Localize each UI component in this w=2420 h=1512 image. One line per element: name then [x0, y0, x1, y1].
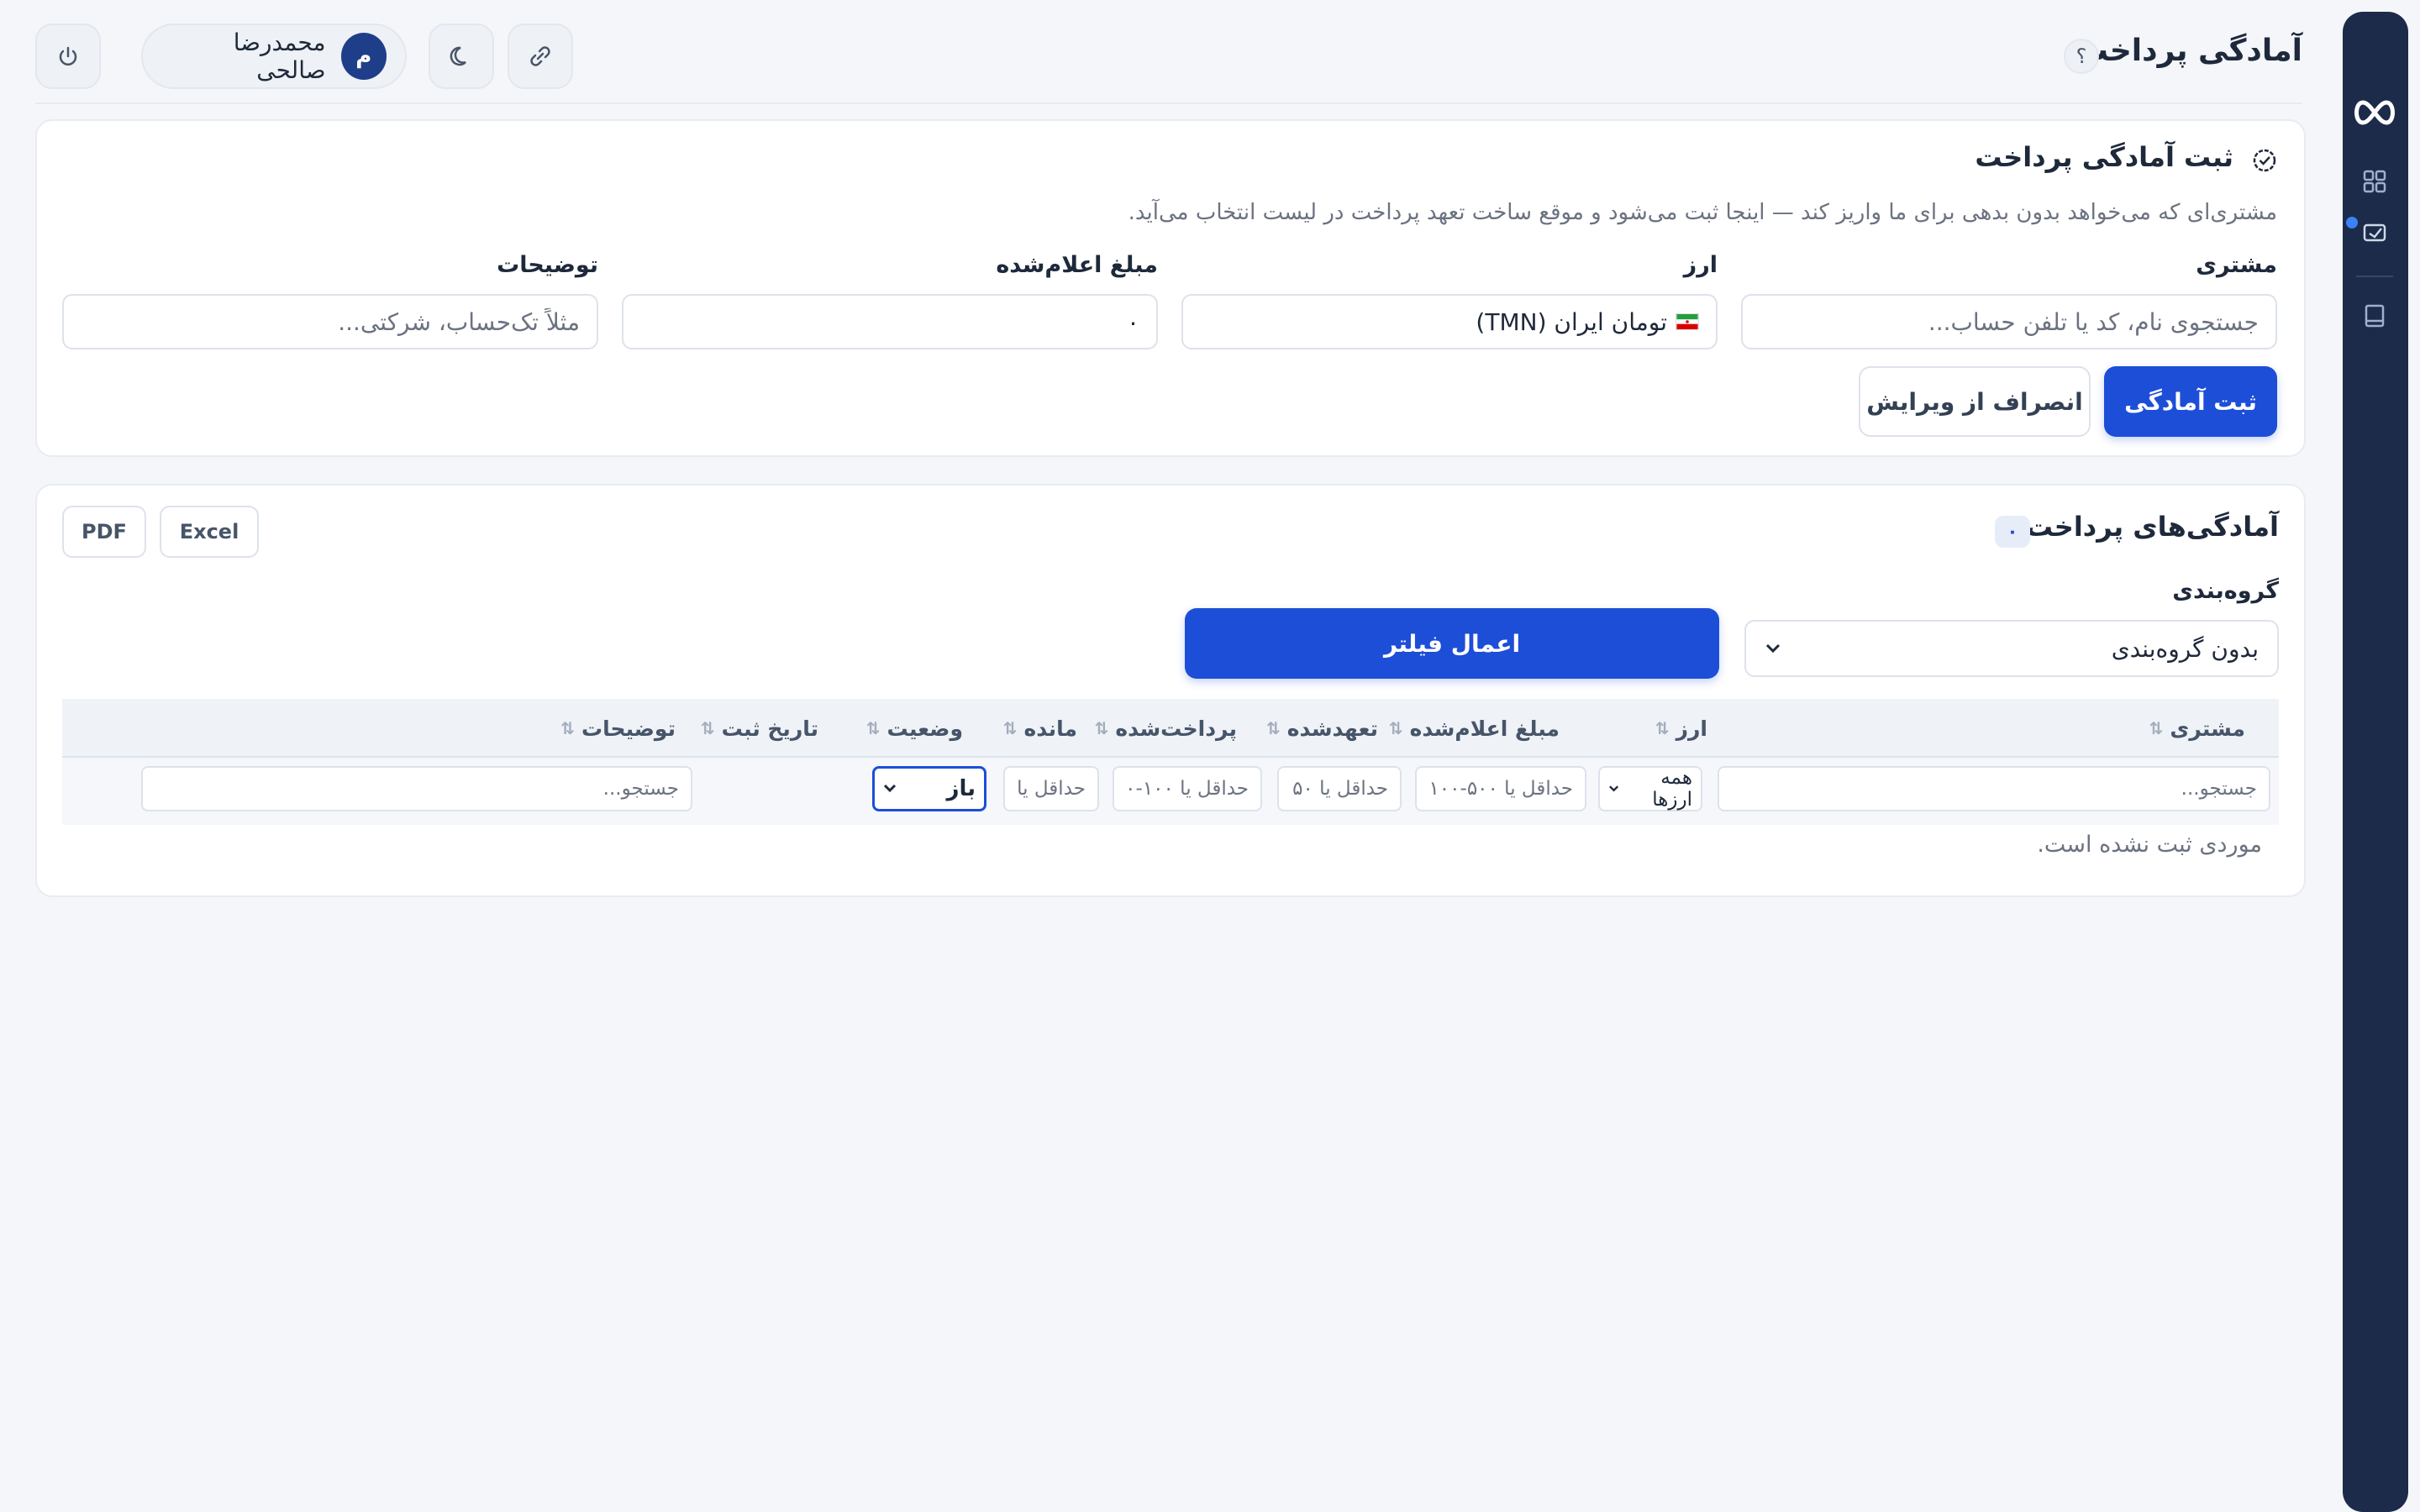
filter-row: همه ارزها باز	[62, 758, 2279, 825]
sort-icon: ⇅	[865, 718, 881, 738]
filter-status-select[interactable]: باز	[872, 766, 986, 811]
theme-toggle-button[interactable]	[429, 24, 494, 89]
sort-icon: ⇅	[1002, 718, 1018, 738]
column-header-committed[interactable]: تعهدشده ⇅	[1266, 699, 1378, 758]
link-button[interactable]	[508, 24, 573, 89]
infinity-logo-icon[interactable]	[2351, 94, 2398, 131]
sort-icon: ⇅	[1094, 718, 1109, 738]
chevron-down-icon	[883, 784, 897, 793]
filter-currency-select[interactable]: همه ارزها	[1598, 766, 1702, 811]
sort-icon: ⇅	[1266, 718, 1281, 738]
register-card: ثبت آمادگی پرداخت مشتری‌ای که می‌خواهد ب…	[35, 119, 2306, 457]
grouping-select[interactable]: بدون گروه‌بندی	[1744, 620, 2279, 677]
sort-icon: ⇅	[560, 718, 576, 738]
filter-amount-input[interactable]	[1415, 766, 1586, 811]
moon-icon	[450, 46, 466, 66]
list-title: آمادگی‌های پرداخت	[2025, 511, 2279, 543]
chevron-down-icon	[1765, 643, 1781, 654]
active-indicator-dot	[2346, 217, 2358, 228]
sort-icon: ⇅	[1655, 718, 1670, 738]
export-excel-button[interactable]: Excel	[160, 506, 259, 558]
filter-remaining-input[interactable]	[1003, 766, 1099, 811]
register-hint: مشتری‌ای که می‌خواهد بدون بدهی برای ما و…	[1128, 200, 2277, 225]
notes-label: توضیحات	[497, 252, 598, 278]
grouping-value: بدون گروه‌بندی	[2111, 634, 2259, 663]
payment-readiness-icon[interactable]	[2360, 217, 2390, 247]
column-header-customer[interactable]: مشتری ⇅	[2149, 699, 2245, 758]
notes-input[interactable]	[62, 294, 598, 349]
book-icon[interactable]	[2360, 301, 2390, 331]
page-title: آمادگی پرداخت	[2077, 34, 2302, 68]
empty-state-message: موردی ثبت نشده است.	[2037, 832, 2262, 858]
column-header-notes[interactable]: توضیحات ⇅	[560, 699, 676, 758]
column-header-status[interactable]: وضعیت ⇅	[866, 699, 963, 758]
sidebar-divider	[2356, 276, 2393, 277]
user-name: محمدرضا صالحی	[233, 29, 326, 84]
avatar: م	[340, 33, 387, 80]
sort-icon: ⇅	[1388, 718, 1403, 738]
link-icon	[530, 46, 550, 66]
filter-committed-input[interactable]	[1277, 766, 1402, 811]
filter-notes-input[interactable]	[141, 766, 692, 811]
currency-label: ارز	[1683, 252, 1718, 278]
amount-input[interactable]	[622, 294, 1158, 349]
iran-flag-icon	[1676, 313, 1699, 330]
readiness-list-card: آمادگی‌های پرداخت ۰ Excel PDF گروه‌بندی …	[35, 484, 2306, 897]
column-header-remaining[interactable]: مانده ⇅	[1003, 699, 1077, 758]
dashboard-grid-icon[interactable]	[2360, 166, 2390, 197]
filter-currency-value: همه ارزها	[1652, 767, 1692, 811]
filter-paid-input[interactable]	[1113, 766, 1262, 811]
table-header: مشتری ⇅ ارز ⇅ مبلغ اعلام‌شده ⇅ تعهدشده ⇅ پرد…	[62, 699, 2279, 758]
grouping-label: گروه‌بندی	[2172, 578, 2279, 604]
sort-icon: ⇅	[2149, 718, 2164, 738]
chevron-down-icon	[1609, 785, 1619, 792]
customer-search-input[interactable]	[1741, 294, 2277, 349]
logout-button[interactable]	[35, 24, 101, 89]
top-bar: آمادگی پرداخت ؟ م محمدرضا صالحی	[35, 0, 2302, 104]
column-header-amount[interactable]: مبلغ اعلام‌شده ⇅	[1389, 699, 1560, 758]
help-button[interactable]: ؟	[2064, 39, 2099, 74]
column-header-paid[interactable]: پرداخت‌شده ⇅	[1095, 699, 1237, 758]
submit-readiness-button[interactable]: ثبت آمادگی	[2104, 366, 2277, 437]
sort-icon: ⇅	[700, 718, 715, 738]
column-header-currency[interactable]: ارز ⇅	[1655, 699, 1707, 758]
filter-status-value: باز	[946, 776, 976, 801]
currency-value: تومان ایران (TMN)	[1476, 307, 1667, 336]
user-menu[interactable]: م محمدرضا صالحی	[141, 24, 407, 89]
badge-check-icon	[2253, 149, 2276, 172]
export-pdf-button[interactable]: PDF	[62, 506, 146, 558]
cancel-edit-button[interactable]: انصراف از ویرایش	[1859, 366, 2091, 437]
power-icon	[59, 46, 77, 66]
column-header-date[interactable]: تاریخ ثبت ⇅	[701, 699, 818, 758]
amount-label: مبلغ اعلام‌شده	[996, 252, 1158, 278]
currency-select[interactable]: تومان ایران (TMN)	[1181, 294, 1718, 349]
customer-label: مشتری	[2196, 252, 2277, 278]
filter-customer-input[interactable]	[1718, 766, 2270, 811]
register-title: ثبت آمادگی پرداخت	[1975, 141, 2233, 173]
sidebar	[2343, 12, 2408, 1512]
count-badge: ۰	[1995, 516, 2030, 548]
apply-filter-button[interactable]: اعمال فیلتر	[1185, 608, 1719, 679]
